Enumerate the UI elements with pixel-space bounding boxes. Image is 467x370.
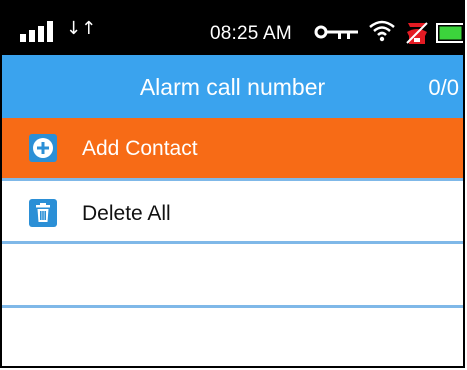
add-contact-label: Add Contact [82,137,198,160]
contact-count: 0/0 [428,75,459,100]
add-contact-button[interactable]: Add Contact [2,118,463,181]
app-header: Alarm call number 0/0 [2,55,463,118]
empty-list-row [2,246,463,308]
signal-icon [20,21,53,42]
delete-all-label: Delete All [82,202,171,225]
phone-screen: ↓↑ 08:25 AM Alarm call number 0/0 Add Co… [0,0,465,368]
delete-all-button[interactable]: Delete All [2,183,463,244]
status-bar: ↓↑ 08:25 AM [2,0,463,55]
trash-icon [29,199,57,227]
key-icon [314,25,358,39]
add-circle-icon [29,134,57,162]
wifi-icon [369,20,395,42]
status-time: 08:25 AM [210,23,292,44]
alarm-icon [406,22,428,44]
battery-icon [436,23,463,43]
page-title: Alarm call number [139,74,326,100]
data-arrows-icon: ↓↑ [66,18,97,39]
